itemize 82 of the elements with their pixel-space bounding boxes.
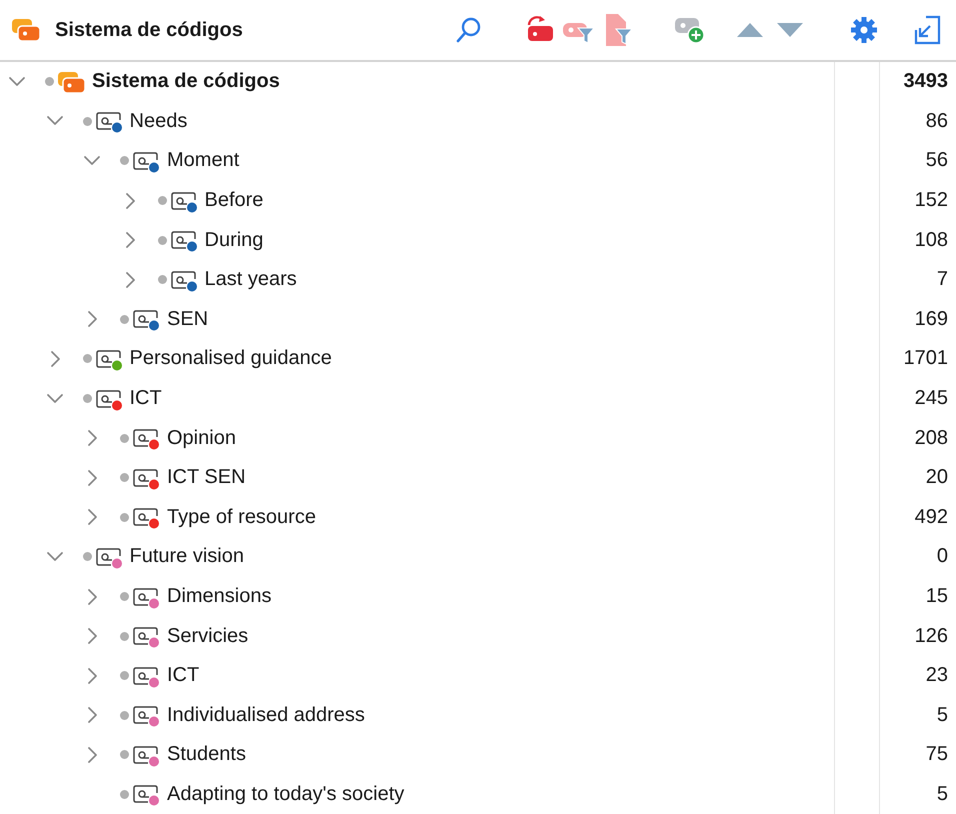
code-tag-icon (170, 231, 196, 249)
code-label[interactable]: Dimensions (167, 585, 272, 608)
count-cell: 1701 (904, 347, 948, 370)
code-tag-icon (96, 350, 120, 368)
code-tag-icon (170, 271, 196, 289)
code-label[interactable]: ICT (167, 664, 200, 688)
code-tag-icon (133, 468, 158, 486)
code-label[interactable]: SEN (167, 308, 208, 331)
count-cell: 7 (936, 268, 948, 292)
settings-icon[interactable] (850, 16, 878, 44)
code-label[interactable]: Individualised address (167, 704, 365, 727)
code-tag-icon (170, 192, 196, 210)
document-filter-icon[interactable] (604, 13, 634, 47)
count-cell: 15 (926, 585, 948, 608)
count-cell: 20 (926, 466, 948, 490)
status-dot (120, 156, 129, 166)
code-tag-icon (133, 706, 158, 724)
count-cell: 0 (936, 545, 948, 568)
status-dot (82, 394, 92, 404)
code-tag-icon (133, 746, 158, 764)
code-label[interactable]: Sistema de códigos (92, 70, 280, 94)
move-up-icon[interactable] (736, 21, 764, 39)
status-dot (120, 750, 129, 760)
code-label[interactable]: Before (204, 189, 264, 212)
code-label[interactable]: Adapting to today's society (167, 782, 404, 806)
code-tag-icon (133, 429, 158, 447)
code-tag-icon (133, 786, 158, 804)
status-dot (120, 314, 129, 324)
code-tag-icon (96, 390, 120, 408)
status-dot (120, 512, 129, 522)
status-dot (82, 116, 92, 126)
move-down-icon[interactable] (776, 21, 804, 39)
code-label[interactable]: Future vision (130, 545, 244, 568)
code-label[interactable]: ICT SEN (167, 466, 246, 490)
code-tag-icon (96, 548, 120, 566)
count-cell: 208 (914, 426, 948, 450)
count-cell: 108 (914, 228, 948, 252)
expand-icon[interactable] (914, 15, 942, 45)
status-dot (120, 632, 129, 641)
code-tag-icon (133, 666, 158, 684)
count-cell: 169 (914, 308, 948, 331)
code-tag-icon (133, 588, 158, 606)
code-label[interactable]: Opinion (167, 426, 236, 450)
count-cell: 3493 (904, 70, 948, 94)
status-dot (158, 236, 166, 245)
code-label[interactable]: Needs (130, 110, 188, 133)
count-cell: 492 (914, 506, 948, 529)
status-dot (120, 790, 129, 799)
code-tag-icon (133, 310, 158, 328)
count-cell: 23 (926, 664, 948, 688)
code-label[interactable]: Moment (167, 149, 240, 172)
count-cell: 152 (914, 189, 948, 212)
count-cell: 245 (914, 387, 948, 410)
count-cell: 56 (926, 149, 948, 172)
count-cell: 126 (914, 624, 948, 648)
code-label[interactable]: ICT (130, 387, 162, 410)
count-cell: 5 (936, 704, 948, 727)
count-cell: 5 (936, 782, 948, 806)
code-system-icon (11, 18, 41, 42)
code-tag-icon (133, 508, 158, 526)
code-label[interactable]: Servicies (167, 624, 248, 648)
status-dot (120, 473, 129, 482)
window-title: Sistema de códigos (55, 18, 244, 42)
code-tag-icon (133, 152, 158, 170)
status-dot (158, 196, 166, 206)
status-dot (82, 354, 92, 364)
status-dot (120, 671, 129, 680)
code-label[interactable]: Students (167, 743, 246, 766)
status-dot (120, 710, 129, 720)
status-dot (82, 552, 92, 562)
status-dot (158, 275, 166, 284)
code-label[interactable]: During (204, 228, 264, 252)
count-cell: 86 (926, 110, 948, 133)
code-label[interactable]: Personalised guidance (130, 347, 332, 370)
status-dot (120, 592, 129, 602)
code-label[interactable]: Type of resource (167, 506, 316, 529)
code-tag-icon (133, 627, 158, 645)
status-dot (45, 77, 54, 86)
code-label[interactable]: Last years (204, 268, 297, 292)
status-dot (120, 434, 129, 443)
code-tag-icon (96, 112, 120, 130)
count-cell: 75 (926, 743, 948, 766)
